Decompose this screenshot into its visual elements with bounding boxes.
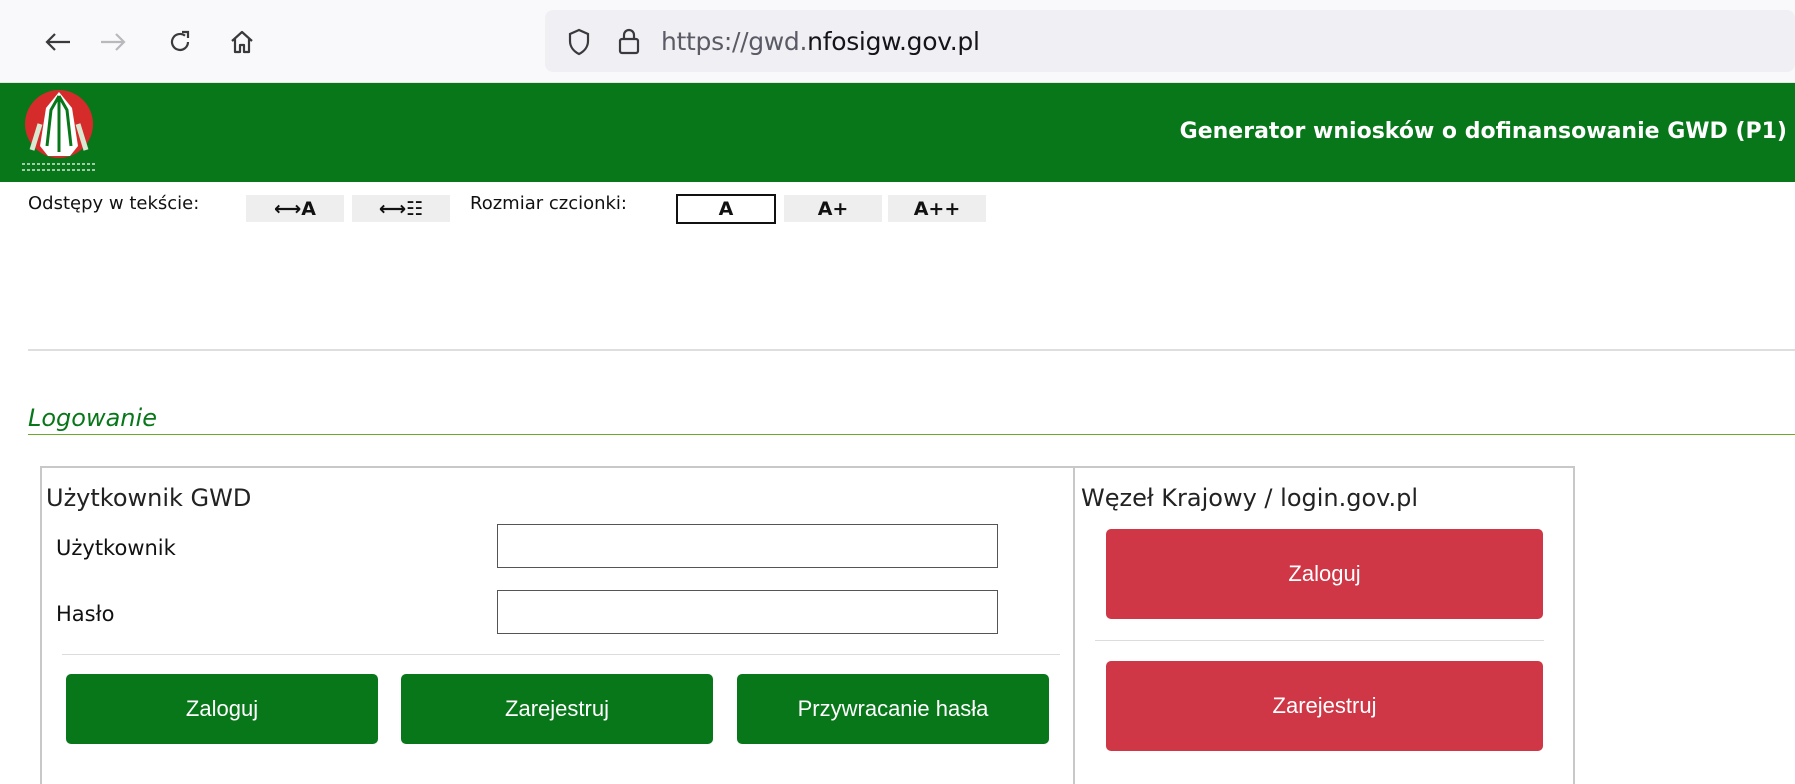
national-register-button[interactable]: Zarejestruj bbox=[1106, 661, 1543, 751]
national-panel-heading: Węzeł Krajowy / login.gov.pl bbox=[1081, 484, 1419, 512]
form-separator bbox=[62, 654, 1060, 655]
accessibility-toolbar: Odstępy w tekście: ⟷A ⟷☷ Rozmiar czcionk… bbox=[0, 190, 1795, 224]
gwd-login-panel: Użytkownik GWD Użytkownik Hasło Zaloguj … bbox=[40, 466, 1075, 784]
reload-icon[interactable] bbox=[160, 22, 200, 62]
panel-separator bbox=[1095, 640, 1544, 641]
shield-icon[interactable] bbox=[567, 28, 591, 61]
app-title: Generator wniosków o dofinansowanie GWD … bbox=[1179, 119, 1787, 144]
username-input[interactable] bbox=[497, 524, 998, 568]
section-underline bbox=[28, 434, 1795, 435]
divider bbox=[28, 349, 1795, 351]
password-reset-button[interactable]: Przywracanie hasła bbox=[737, 674, 1049, 744]
nfosigw-logo[interactable] bbox=[18, 86, 100, 176]
address-bar[interactable]: https://gwd.nfosigw.gov.pl bbox=[545, 10, 1795, 72]
home-icon[interactable] bbox=[222, 22, 262, 62]
line-spacing-button[interactable]: ⟷☷ bbox=[352, 195, 450, 222]
font-size-xlarge-button[interactable]: A++ bbox=[888, 195, 986, 222]
gwd-login-button[interactable]: Zaloguj bbox=[66, 674, 378, 744]
browser-toolbar: https://gwd.nfosigw.gov.pl bbox=[0, 0, 1795, 83]
font-size-label: Rozmiar czcionki: bbox=[470, 193, 627, 214]
national-node-panel: Węzeł Krajowy / login.gov.pl Zaloguj Zar… bbox=[1073, 466, 1575, 784]
forward-arrow-icon[interactable] bbox=[93, 22, 133, 62]
url-domain: nfosigw.gov.pl bbox=[807, 27, 980, 56]
text-spacing-label: Odstępy w tekście: bbox=[28, 193, 200, 214]
letter-spacing-button[interactable]: ⟷A bbox=[246, 195, 344, 222]
username-label: Użytkownik bbox=[56, 536, 176, 560]
gwd-register-button[interactable]: Zarejestruj bbox=[401, 674, 713, 744]
url-prefix: https://gwd. bbox=[661, 27, 808, 56]
font-size-normal-button[interactable]: A bbox=[676, 194, 776, 224]
password-input[interactable] bbox=[497, 590, 998, 634]
password-label: Hasło bbox=[56, 602, 115, 626]
section-title: Logowanie bbox=[28, 404, 157, 432]
font-size-large-button[interactable]: A+ bbox=[784, 195, 882, 222]
lock-icon[interactable] bbox=[617, 26, 641, 61]
national-login-button[interactable]: Zaloguj bbox=[1106, 529, 1543, 619]
url-text: https://gwd.nfosigw.gov.pl bbox=[661, 27, 980, 56]
gwd-panel-heading: Użytkownik GWD bbox=[46, 484, 252, 512]
back-arrow-icon[interactable] bbox=[38, 22, 78, 62]
app-header: Generator wniosków o dofinansowanie GWD … bbox=[0, 83, 1795, 182]
